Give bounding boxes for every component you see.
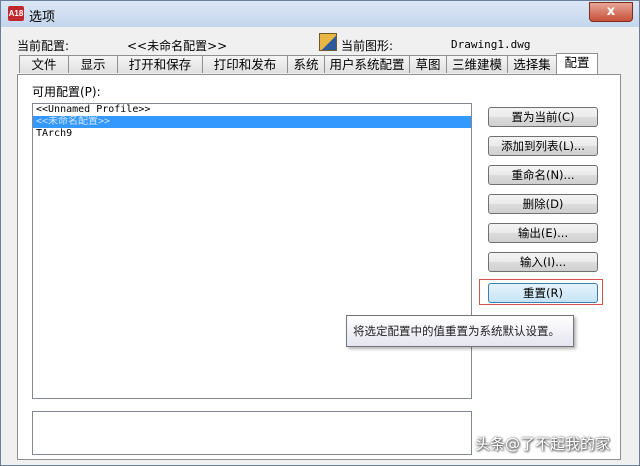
profiles-panel: 可用配置(P): <<Unnamed Profile>> <<未命名配置>> T… — [17, 74, 621, 460]
list-item[interactable]: <<Unnamed Profile>> — [33, 104, 471, 116]
reset-tooltip: 将选定配置中的值重置为系统默认设置。 — [346, 315, 574, 347]
tab-system[interactable]: 系统 — [287, 55, 325, 73]
current-drawing-label: 当前图形: — [341, 39, 394, 53]
title-bar[interactable]: A18 选项 x — [1, 1, 639, 27]
import-button[interactable]: 输入(I)... — [488, 252, 598, 272]
drawing-file-icon — [319, 33, 337, 51]
list-item[interactable]: TArch9 — [33, 128, 471, 140]
options-dialog: A18 选项 x 当前配置: <<未命名配置>> 当前图形: Drawing1.… — [0, 0, 640, 466]
watermark: 头条@了不起我的家 — [475, 435, 611, 453]
current-drawing-value: Drawing1.dwg — [451, 38, 531, 51]
tab-drafting[interactable]: 草图 — [409, 55, 447, 73]
delete-button[interactable]: 删除(D) — [488, 194, 598, 214]
tab-plot-and-publish[interactable]: 打印和发布 — [202, 55, 288, 73]
available-profiles-label: 可用配置(P): — [32, 85, 101, 99]
tab-display[interactable]: 显示 — [68, 55, 118, 73]
rename-button[interactable]: 重命名(N)... — [488, 165, 598, 185]
tab-files[interactable]: 文件 — [19, 55, 69, 73]
list-item-selected[interactable]: <<未命名配置>> — [33, 116, 471, 128]
profile-description-box — [32, 411, 472, 455]
profiles-listbox[interactable]: <<Unnamed Profile>> <<未命名配置>> TArch9 — [32, 103, 472, 399]
current-profile-value: <<未命名配置>> — [127, 39, 228, 53]
tab-selection[interactable]: 选择集 — [507, 55, 557, 73]
tab-open-and-save[interactable]: 打开和保存 — [117, 55, 203, 73]
export-button[interactable]: 输出(E)... — [488, 223, 598, 243]
set-current-button[interactable]: 置为当前(C) — [488, 107, 598, 127]
autocad-app-icon: A18 — [8, 6, 24, 21]
tab-user-preferences[interactable]: 用户系统配置 — [324, 55, 410, 73]
close-button[interactable]: x — [589, 2, 633, 22]
reset-button[interactable]: 重置(R) — [488, 283, 598, 303]
window-title: 选项 — [29, 10, 56, 25]
tab-3d-modeling[interactable]: 三维建模 — [446, 55, 508, 73]
tab-profiles[interactable]: 配置 — [556, 53, 598, 74]
current-profile-label: 当前配置: — [17, 39, 70, 53]
add-to-list-button[interactable]: 添加到列表(L)... — [488, 136, 598, 156]
